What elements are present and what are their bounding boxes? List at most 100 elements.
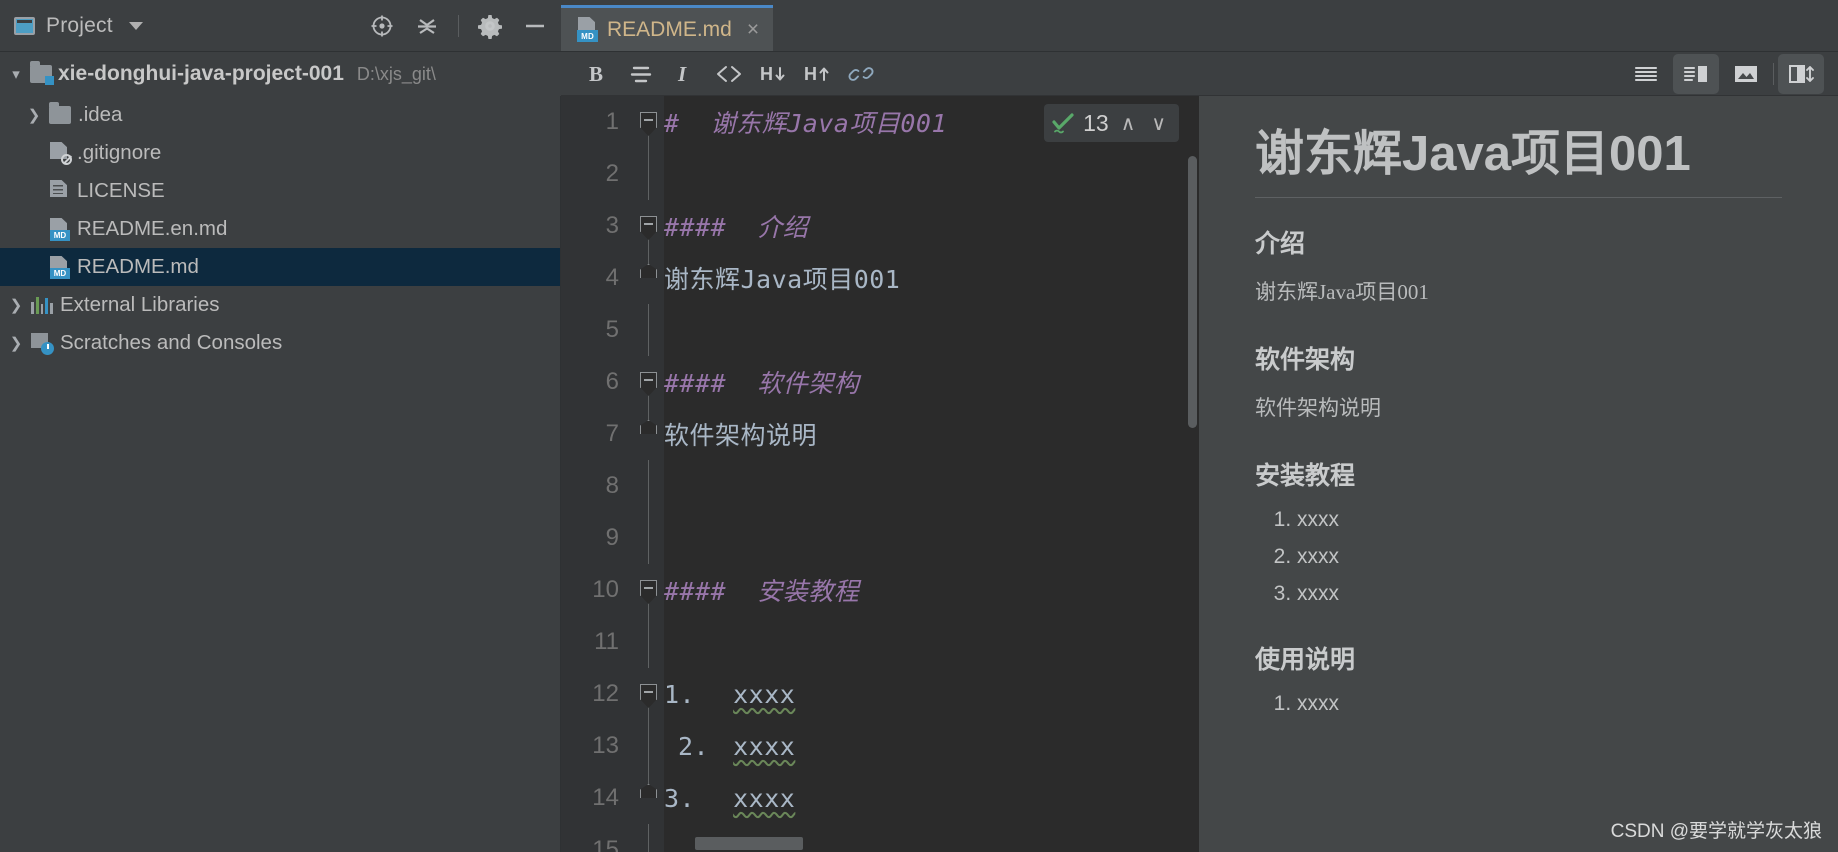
code-line[interactable]: 3 #### 介绍 bbox=[561, 200, 1199, 252]
text-file-icon bbox=[50, 179, 70, 203]
preview-heading: 使用说明 bbox=[1255, 646, 1356, 675]
sidebar-item-gitignore[interactable]: .gitignore bbox=[0, 134, 560, 172]
sidebar-item-label: LICENSE bbox=[77, 179, 165, 202]
preview-title: 谢东辉Java项目001 bbox=[1255, 124, 1782, 199]
line-number: 7 bbox=[605, 420, 619, 447]
heading-down-button[interactable]: H bbox=[751, 54, 795, 94]
inspection-widget[interactable]: 13 ∧ ∨ bbox=[1044, 104, 1179, 142]
fold-region[interactable] bbox=[633, 200, 664, 252]
editor-vertical-scrollbar[interactable] bbox=[1188, 156, 1197, 428]
editor-and-preview-button[interactable] bbox=[1673, 53, 1719, 94]
folder-icon bbox=[49, 102, 71, 124]
code-button[interactable] bbox=[707, 54, 751, 94]
gear-icon[interactable] bbox=[476, 12, 504, 40]
line-number: 2 bbox=[605, 160, 619, 187]
view-mode-group bbox=[1623, 53, 1838, 94]
sidebar-item-label: .gitignore bbox=[77, 141, 162, 164]
italic-button[interactable]: I bbox=[663, 54, 707, 94]
markdown-file-icon: MD bbox=[577, 17, 598, 42]
line-number: 11 bbox=[594, 628, 619, 655]
module-folder-icon bbox=[30, 61, 54, 85]
fold-region[interactable] bbox=[633, 772, 664, 824]
code-line[interactable]: 5 bbox=[561, 304, 1199, 356]
scratches-icon bbox=[31, 333, 54, 355]
chevron-right-icon[interactable]: ❯ bbox=[26, 106, 42, 124]
editor-horizontal-scrollbar[interactable] bbox=[695, 837, 803, 850]
code-line[interactable]: 6 #### 软件架构 bbox=[561, 356, 1199, 408]
code-list-marker: 2. bbox=[678, 731, 710, 761]
previous-problem-button[interactable]: ∧ bbox=[1117, 111, 1140, 136]
watermark: CSDN @要学就学灰太狼 bbox=[1610, 821, 1822, 842]
line-number: 15 bbox=[592, 836, 619, 852]
code-line[interactable]: 9 bbox=[561, 512, 1199, 564]
code-line[interactable]: 15 bbox=[561, 824, 1199, 852]
sidebar-item-readme-en[interactable]: MD README.en.md bbox=[0, 210, 560, 248]
list-item: xxxx bbox=[1297, 508, 1782, 532]
next-problem-button[interactable]: ∨ bbox=[1147, 111, 1170, 136]
fold-region[interactable] bbox=[633, 564, 664, 616]
collapse-all-icon[interactable] bbox=[413, 12, 441, 40]
sidebar-item-external-libraries[interactable]: ❯ External Libraries bbox=[0, 286, 560, 324]
preview-heading: 介绍 bbox=[1255, 230, 1306, 259]
editor-tab-readme[interactable]: MD README.md × bbox=[561, 5, 774, 51]
strikethrough-button[interactable] bbox=[619, 54, 663, 94]
editor-only-button[interactable] bbox=[1623, 54, 1669, 94]
markdown-file-icon: MD bbox=[50, 255, 70, 279]
svg-text:I: I bbox=[677, 62, 687, 86]
chevron-right-icon[interactable]: ❯ bbox=[8, 296, 24, 314]
preview-paragraph: 谢东辉Java项目001 bbox=[1255, 280, 1429, 305]
code-line[interactable]: 10 #### 安装教程 bbox=[561, 564, 1199, 616]
link-button[interactable] bbox=[839, 54, 883, 94]
line-number: 9 bbox=[605, 524, 619, 551]
code-line[interactable]: 8 bbox=[561, 460, 1199, 512]
preview-only-button[interactable] bbox=[1723, 54, 1769, 94]
code-line[interactable]: 11 bbox=[561, 616, 1199, 668]
sidebar-item-idea[interactable]: ❯ .idea bbox=[0, 96, 560, 134]
code-list-item: xxxx bbox=[733, 679, 796, 709]
green-check-icon bbox=[1051, 112, 1075, 134]
close-icon[interactable]: × bbox=[747, 19, 759, 40]
chevron-expanded-icon[interactable]: ▾ bbox=[8, 65, 24, 83]
fold-region bbox=[633, 148, 664, 200]
libraries-icon bbox=[31, 296, 53, 314]
line-number: 13 bbox=[592, 732, 619, 759]
markdown-preview: 谢东辉Java项目001 介绍 谢东辉Java项目001 软件架构 软件架构说明… bbox=[1199, 96, 1838, 852]
sidebar-item-readme[interactable]: MD README.md bbox=[0, 248, 560, 286]
bold-button[interactable]: B bbox=[575, 54, 619, 94]
code-line[interactable]: 13 2. xxxx bbox=[561, 720, 1199, 772]
preview-ordered-list: xxxx bbox=[1297, 692, 1782, 716]
sidebar-item-scratches-and-consoles[interactable]: ❯ Scratches and Consoles bbox=[0, 324, 560, 362]
fold-region[interactable] bbox=[633, 356, 664, 408]
svg-text:H: H bbox=[760, 64, 773, 84]
fold-region[interactable] bbox=[633, 408, 664, 460]
code-line[interactable]: 7 软件架构说明 bbox=[561, 408, 1199, 460]
code-line[interactable]: 14 3. xxxx bbox=[561, 772, 1199, 824]
sidebar-item-label: Scratches and Consoles bbox=[60, 331, 283, 354]
gitignore-file-icon bbox=[50, 141, 72, 165]
tree-root-row[interactable]: ▾ xie-donghui-java-project-001 D:\xjs_gi… bbox=[0, 52, 561, 96]
fold-region[interactable] bbox=[633, 252, 664, 304]
heading-up-button[interactable]: H bbox=[795, 54, 839, 94]
project-panel-title: Project bbox=[46, 13, 113, 37]
code-line[interactable]: 12 1. xxxx bbox=[561, 668, 1199, 720]
split-layout-button[interactable] bbox=[1778, 53, 1824, 94]
fold-region[interactable] bbox=[633, 96, 664, 148]
sidebar-item-label: .idea bbox=[78, 103, 123, 126]
project-panel-toolbar bbox=[368, 12, 561, 40]
ide-window: Project MD README.md × ▾ xie-donghui-jav… bbox=[0, 0, 1838, 852]
hide-panel-icon[interactable] bbox=[521, 12, 549, 40]
locate-icon[interactable] bbox=[368, 12, 396, 40]
project-root-path: D:\xjs_git\ bbox=[356, 63, 436, 84]
fold-region[interactable] bbox=[633, 668, 664, 720]
view-mode-divider bbox=[1773, 62, 1774, 85]
project-tree: ❯ .idea .gitignore LICENSE MD README.en.… bbox=[0, 96, 561, 852]
code-line[interactable]: 2 bbox=[561, 148, 1199, 200]
main-row: ❯ .idea .gitignore LICENSE MD README.en.… bbox=[0, 96, 1838, 852]
markdown-editor[interactable]: 1 # 谢东辉Java项目001 13 ∧ ∨ 2 3 #### 介绍 4 谢东… bbox=[561, 96, 1199, 852]
chevron-down-icon[interactable] bbox=[128, 21, 143, 30]
code-line[interactable]: 4 谢东辉Java项目001 bbox=[561, 252, 1199, 304]
chevron-right-icon[interactable]: ❯ bbox=[8, 334, 24, 352]
preview-ordered-list: xxxx xxxx xxxx bbox=[1297, 508, 1782, 606]
project-panel-title-group[interactable]: Project bbox=[14, 14, 143, 38]
sidebar-item-license[interactable]: LICENSE bbox=[0, 172, 560, 210]
